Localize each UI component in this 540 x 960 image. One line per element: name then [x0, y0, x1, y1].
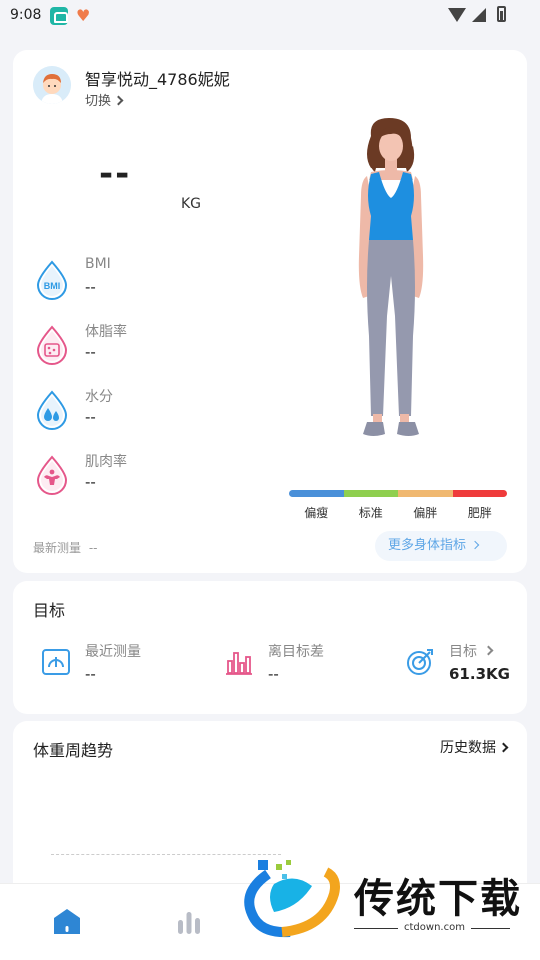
goal-difference[interactable]: 离目标差 --: [224, 639, 384, 689]
body-figure-illustration: [358, 118, 424, 436]
signal-icon: [472, 8, 486, 22]
goal-target[interactable]: 目标 61.3KG: [405, 639, 515, 689]
nav-home-icon[interactable]: [50, 904, 84, 938]
more-metrics-label: 更多身体指标: [388, 538, 467, 553]
chevron-right-icon: [113, 95, 124, 106]
scale-label-obese: 肥胖: [467, 506, 492, 520]
bar-chart-icon: [226, 652, 252, 675]
trend-title: 体重周趋势: [33, 741, 114, 760]
battery-icon: [497, 6, 506, 22]
metric-muscle[interactable]: 肌肉率 --: [33, 451, 233, 501]
water-icon: [36, 390, 68, 430]
svg-text:BMI: BMI: [44, 281, 61, 291]
metric-label: 水分: [85, 389, 113, 405]
watermark-logo-icon: [244, 860, 340, 938]
goal-recent-measure[interactable]: 最近测量 --: [41, 639, 201, 689]
wifi-icon: [448, 8, 466, 22]
chevron-right-icon: [470, 540, 480, 550]
metric-value: --: [85, 408, 96, 426]
latest-label: 最新测量: [33, 541, 82, 555]
goal-item-label: 离目标差: [268, 644, 324, 660]
username: 智享悦动_4786妮妮: [85, 70, 230, 89]
watermark-brand: 传统下载: [354, 875, 522, 922]
goal-target-label: 目标: [449, 641, 494, 661]
status-bar: 9:08 ♥: [0, 0, 540, 34]
scale-segment-underweight: [289, 490, 344, 497]
history-data-link[interactable]: 历史数据: [440, 737, 509, 757]
scale-segment-overweight: [398, 490, 453, 497]
chevron-right-icon: [498, 742, 509, 753]
goal-item-value: --: [85, 665, 96, 683]
metric-label: 肌肉率: [85, 454, 127, 470]
metric-value: --: [85, 278, 96, 296]
watermark: 传统下载 ctdown.com: [238, 852, 540, 942]
switch-user-link[interactable]: 切换: [85, 90, 124, 109]
goal-title: 目标: [33, 601, 66, 620]
body-fat-icon: [36, 325, 68, 365]
metric-body-fat[interactable]: 体脂率 --: [33, 321, 233, 371]
scale-segment-normal: [343, 490, 398, 497]
latest-value: --: [88, 541, 98, 555]
scale-label-normal: 标准: [358, 506, 383, 520]
goal-item-value: --: [268, 665, 279, 683]
metric-value: --: [85, 473, 96, 491]
weight-unit: KG: [181, 196, 202, 212]
muscle-icon: [36, 455, 68, 495]
bmi-scale-bar: [289, 490, 507, 497]
profile-card: 智享悦动_4786妮妮 切换 -- KG BMI BMI -- 体脂率 -- 水…: [13, 50, 527, 573]
app-notification-icon: [50, 7, 68, 25]
weight-value: --: [99, 154, 132, 194]
latest-measurement: 最新测量 --: [33, 539, 98, 556]
metric-label: 体脂率: [85, 324, 127, 340]
status-time: 9:08: [10, 7, 42, 23]
heart-notification-icon: ♥: [76, 6, 91, 25]
goal-item-label: 目标: [449, 644, 477, 660]
chevron-right-icon: [483, 645, 494, 656]
bmi-scale-labels: 偏瘦 标准 偏胖 肥胖: [289, 504, 507, 521]
goal-card: 目标 最近测量 -- 离目标差 -- 目标 61.3KG: [13, 581, 527, 714]
metric-water[interactable]: 水分 --: [33, 386, 233, 436]
avatar[interactable]: [33, 66, 71, 104]
history-data-label: 历史数据: [440, 740, 496, 756]
scale-segment-obese: [452, 490, 507, 497]
goal-item-value: 61.3KG: [449, 665, 510, 683]
scale-gauge-icon: [42, 649, 70, 675]
bmi-drop-icon: BMI: [36, 260, 68, 300]
more-metrics-button[interactable]: 更多身体指标: [375, 531, 507, 561]
watermark-url: ctdown.com: [398, 922, 471, 933]
switch-label: 切换: [85, 94, 112, 109]
nav-data-icon[interactable]: [172, 904, 206, 938]
scale-label-underweight: 偏瘦: [304, 506, 329, 520]
goal-item-label: 最近测量: [85, 644, 141, 660]
scale-label-overweight: 偏胖: [413, 506, 438, 520]
target-icon: [407, 649, 433, 675]
metric-label: BMI: [85, 256, 111, 272]
metric-value: --: [85, 343, 96, 361]
metric-bmi[interactable]: BMI BMI --: [33, 256, 233, 306]
